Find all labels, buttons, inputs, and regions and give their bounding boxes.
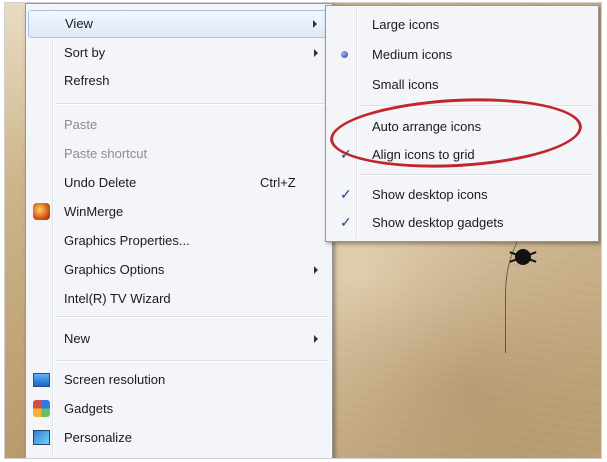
menu-item-label: Paste [64,117,98,132]
submenu-arrow-icon [314,49,318,57]
menu-item-label: Sort by [64,45,106,60]
menu-item-gadgets[interactable]: Gadgets [28,396,328,422]
menu-item-label: Paste shortcut [64,146,148,161]
radio-selected-icon [341,51,348,58]
menu-item-intel-tv-wizard[interactable]: Intel(R) TV Wizard [28,286,328,312]
menu-item-sort-by[interactable]: Sort by [28,40,328,66]
submenu-arrow-icon [314,266,318,274]
menu-item-refresh[interactable]: Refresh [28,68,328,94]
submenu-item-large-icons[interactable]: Large icons [328,12,594,38]
submenu-item-label: Show desktop gadgets [372,215,504,230]
menu-item-view[interactable]: View [28,10,328,38]
menu-separator [56,360,328,362]
menu-separator [56,316,328,318]
menu-item-label: Graphics Properties... [64,233,190,248]
desktop-edge [5,3,25,458]
submenu-item-label: Show desktop icons [372,187,488,202]
spider-decoration [515,249,531,265]
menu-item-label: WinMerge [64,204,124,219]
submenu-item-show-desktop-icons[interactable]: ✓ Show desktop icons [328,182,594,208]
menu-item-paste[interactable]: Paste [28,112,328,138]
screenshot-frame: View Sort by Refresh Paste Paste shortcu… [4,2,602,459]
menu-item-label: Intel(R) TV Wizard [64,291,171,306]
gadgets-icon [33,400,50,417]
submenu-arrow-icon [314,335,318,343]
submenu-arrow-icon [313,20,317,28]
menu-item-label: Refresh [64,73,110,88]
submenu-item-label: Large icons [372,17,440,32]
submenu-separator [360,174,594,176]
submenu-item-show-desktop-gadgets[interactable]: ✓ Show desktop gadgets [328,210,594,236]
desktop-context-menu: View Sort by Refresh Paste Paste shortcu… [25,3,333,458]
menu-item-label: Personalize [64,430,132,445]
submenu-item-medium-icons[interactable]: Medium icons [328,42,594,68]
checkmark-icon: ✓ [340,214,352,230]
menu-item-label: View [65,16,93,31]
menu-item-label: Gadgets [64,401,114,416]
menu-item-label: Graphics Options [64,262,165,277]
menu-item-undo-delete[interactable]: Undo Delete Ctrl+Z [28,170,328,196]
winmerge-icon [33,203,50,220]
submenu-item-small-icons[interactable]: Small icons [328,72,594,98]
personalize-icon [33,430,50,445]
menu-separator [56,103,328,105]
menu-item-personalize[interactable]: Personalize [28,425,328,451]
menu-item-screen-resolution[interactable]: Screen resolution [28,367,328,393]
menu-item-graphics-options[interactable]: Graphics Options [28,257,328,283]
submenu-item-label: Small icons [372,77,439,92]
menu-item-label: Screen resolution [64,372,166,387]
menu-item-shortcut: Ctrl+Z [260,175,296,190]
screen-resolution-icon [33,373,50,387]
menu-item-new[interactable]: New [28,326,328,352]
menu-item-label: New [64,331,91,346]
menu-item-label: Undo Delete [64,175,137,190]
menu-item-winmerge[interactable]: WinMerge [28,199,328,225]
checkmark-icon: ✓ [340,186,352,202]
submenu-item-label: Medium icons [372,47,453,62]
menu-item-graphics-properties[interactable]: Graphics Properties... [28,228,328,254]
menu-item-paste-shortcut[interactable]: Paste shortcut [28,141,328,167]
